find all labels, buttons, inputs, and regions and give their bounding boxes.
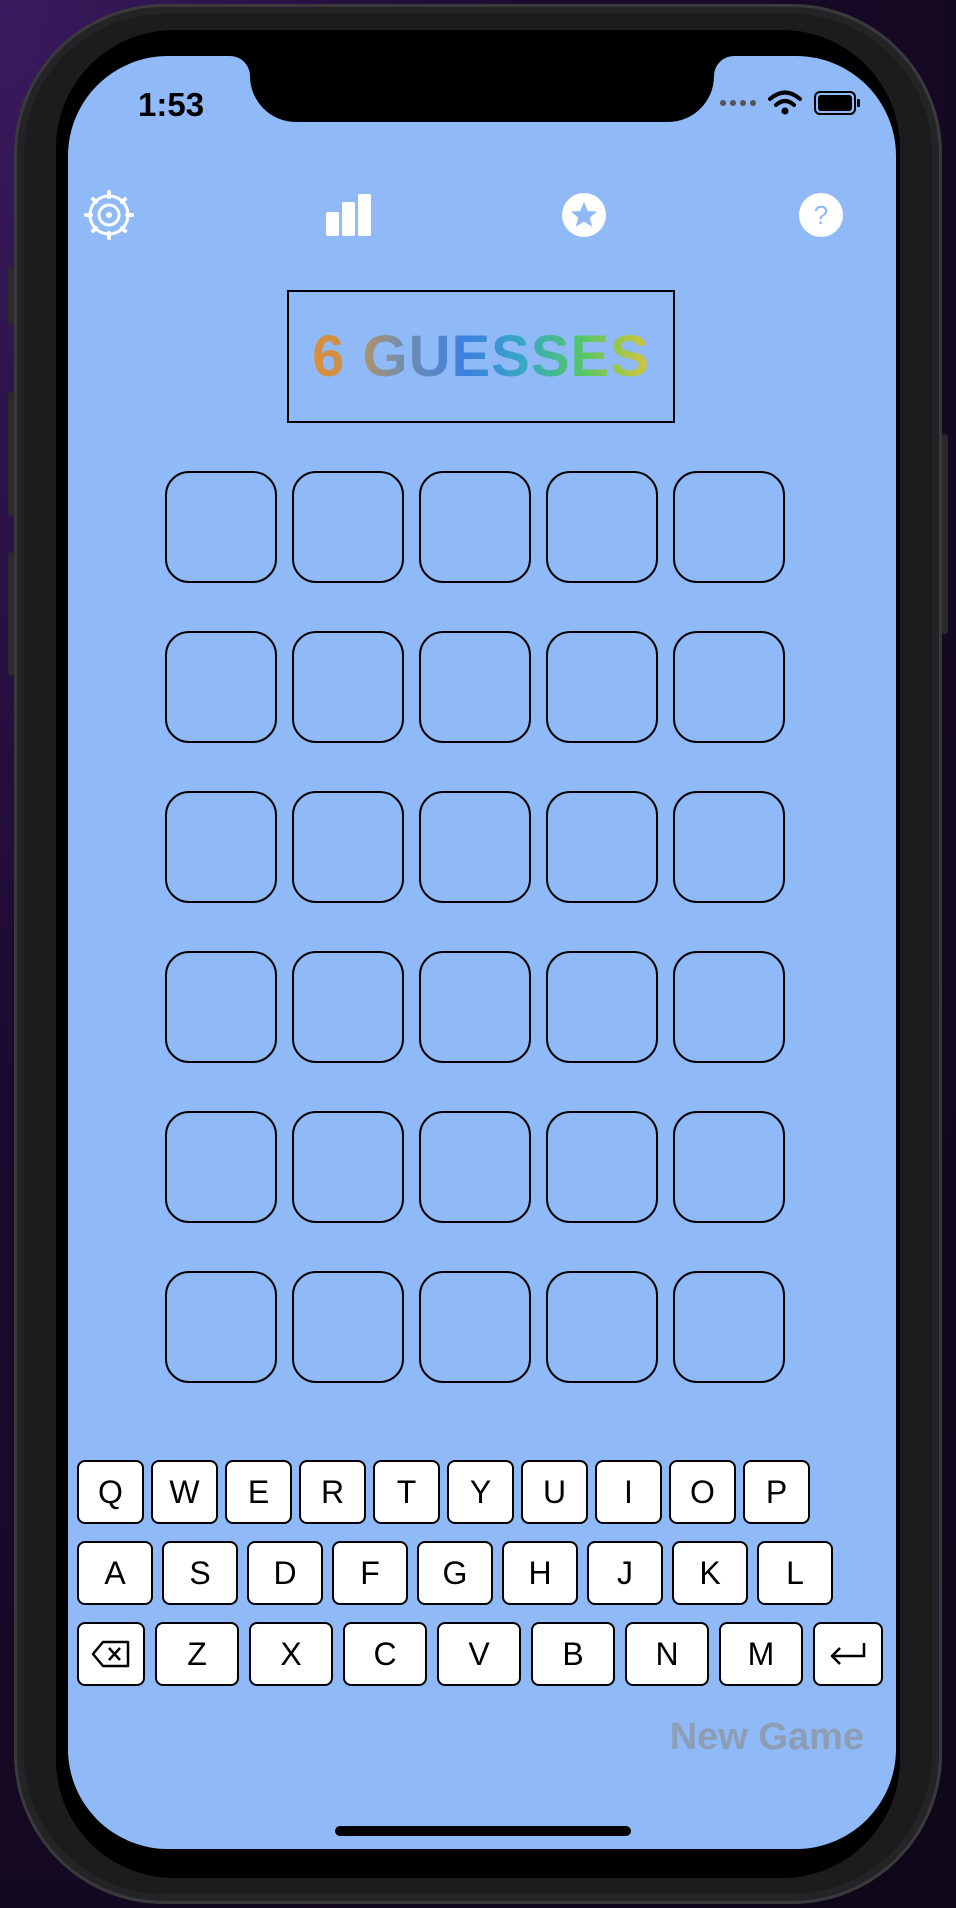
mute-switch xyxy=(8,266,14,326)
letter-tile xyxy=(165,791,277,903)
wifi-icon xyxy=(768,90,802,115)
letter-tile xyxy=(292,1271,404,1383)
key-w[interactable]: W xyxy=(151,1460,218,1524)
settings-gear-icon[interactable] xyxy=(84,190,134,240)
svg-text:?: ? xyxy=(814,200,828,230)
letter-tile xyxy=(673,471,785,583)
power-button xyxy=(942,434,948,634)
key-a[interactable]: A xyxy=(77,1541,153,1605)
board-row xyxy=(165,471,785,583)
letter-tile xyxy=(419,631,531,743)
backspace-key[interactable] xyxy=(77,1622,145,1686)
stats-bar-chart-icon[interactable] xyxy=(324,190,374,240)
letter-tile xyxy=(292,471,404,583)
letter-tile xyxy=(546,791,658,903)
letter-tile xyxy=(165,951,277,1063)
key-h[interactable]: H xyxy=(502,1541,578,1605)
letter-tile xyxy=(419,471,531,583)
key-x[interactable]: X xyxy=(249,1622,333,1686)
battery-icon xyxy=(814,91,860,115)
key-g[interactable]: G xyxy=(417,1541,493,1605)
help-question-icon[interactable]: ? xyxy=(799,193,843,237)
letter-tile xyxy=(165,471,277,583)
return-icon xyxy=(830,1643,866,1665)
letter-tile xyxy=(292,951,404,1063)
letter-tile xyxy=(292,1111,404,1223)
letter-tile xyxy=(546,471,658,583)
home-indicator xyxy=(335,1826,631,1836)
key-z[interactable]: Z xyxy=(155,1622,239,1686)
board-row xyxy=(165,791,785,903)
key-n[interactable]: N xyxy=(625,1622,709,1686)
key-e[interactable]: E xyxy=(225,1460,292,1524)
letter-tile xyxy=(673,791,785,903)
key-o[interactable]: O xyxy=(669,1460,736,1524)
letter-tile xyxy=(546,631,658,743)
key-d[interactable]: D xyxy=(247,1541,323,1605)
key-u[interactable]: U xyxy=(521,1460,588,1524)
letter-tile xyxy=(673,1271,785,1383)
key-l[interactable]: L xyxy=(757,1541,833,1605)
key-m[interactable]: M xyxy=(719,1622,803,1686)
letter-tile xyxy=(165,1111,277,1223)
status-icons xyxy=(720,90,862,116)
cellular-signal-icon xyxy=(720,100,756,106)
letter-tile xyxy=(546,1111,658,1223)
letter-tile xyxy=(419,951,531,1063)
letter-tile xyxy=(419,1111,531,1223)
key-t[interactable]: T xyxy=(373,1460,440,1524)
title-box: 6 GUESSES xyxy=(287,290,675,423)
guess-board xyxy=(165,471,785,1431)
letter-tile xyxy=(419,791,531,903)
status-time: 1:53 xyxy=(138,86,205,123)
key-p[interactable]: P xyxy=(743,1460,810,1524)
key-j[interactable]: J xyxy=(587,1541,663,1605)
letter-tile xyxy=(673,951,785,1063)
keyboard-row-1: QWERTYUIOP xyxy=(77,1460,810,1524)
key-f[interactable]: F xyxy=(332,1541,408,1605)
letter-tile xyxy=(419,1271,531,1383)
keyboard-row-3: ZXCVBNM xyxy=(77,1622,883,1686)
app-screen: 1:53 ? 6 GUESSES Q W E R T Y U I O P A S… xyxy=(68,56,896,1849)
letter-tile xyxy=(546,1271,658,1383)
star-icon[interactable] xyxy=(562,193,606,237)
key-v[interactable]: V xyxy=(437,1622,521,1686)
key-i[interactable]: I xyxy=(595,1460,662,1524)
notch xyxy=(250,56,714,122)
board-row xyxy=(165,951,785,1063)
letter-tile xyxy=(165,631,277,743)
letter-tile xyxy=(292,631,404,743)
key-y[interactable]: Y xyxy=(447,1460,514,1524)
new-game-button[interactable]: New Game xyxy=(670,1716,864,1759)
letter-tile xyxy=(165,1271,277,1383)
volume-down-button xyxy=(8,552,14,676)
letter-tile xyxy=(546,951,658,1063)
letter-tile xyxy=(673,1111,785,1223)
letter-tile xyxy=(673,631,785,743)
board-row xyxy=(165,1111,785,1223)
volume-up-button xyxy=(8,392,14,516)
key-k[interactable]: K xyxy=(672,1541,748,1605)
enter-key[interactable] xyxy=(813,1622,883,1686)
board-row xyxy=(165,631,785,743)
key-r[interactable]: R xyxy=(299,1460,366,1524)
key-c[interactable]: C xyxy=(343,1622,427,1686)
keyboard-row-2: ASDFGHJKL xyxy=(77,1541,833,1605)
key-q[interactable]: Q xyxy=(77,1460,144,1524)
game-title: 6 GUESSES xyxy=(312,324,650,389)
key-b[interactable]: B xyxy=(531,1622,615,1686)
backspace-icon xyxy=(91,1640,130,1668)
key-s[interactable]: S xyxy=(162,1541,238,1605)
board-row xyxy=(165,1271,785,1383)
letter-tile xyxy=(292,791,404,903)
